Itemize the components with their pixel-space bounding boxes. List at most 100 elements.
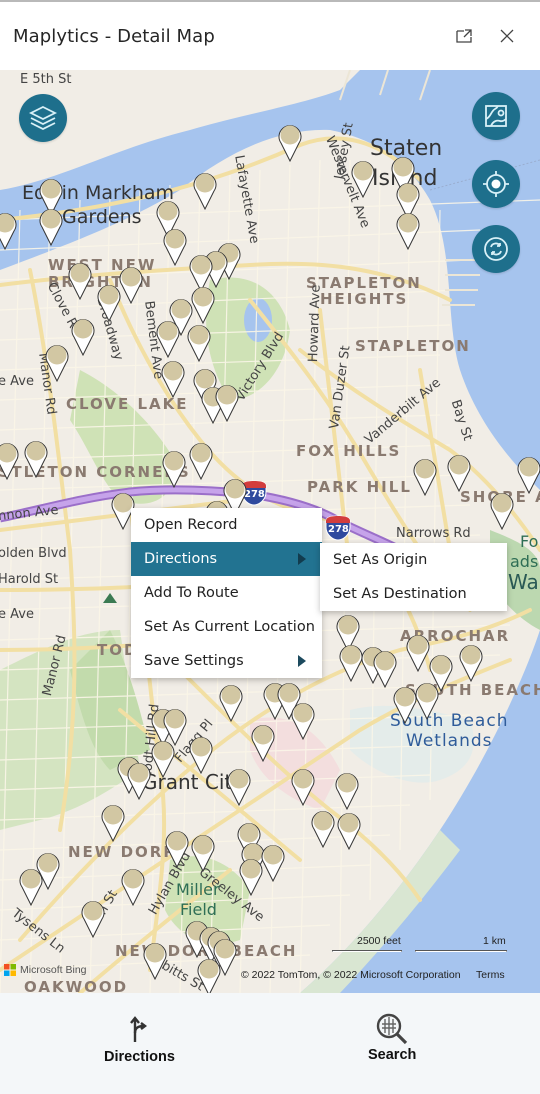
record-pin[interactable]: [414, 680, 440, 721]
menu-item-set-origin[interactable]: Set As Origin: [320, 543, 507, 577]
record-pin[interactable]: [186, 322, 212, 363]
record-pin[interactable]: [80, 898, 106, 939]
record-pin[interactable]: [214, 382, 240, 423]
record-pin[interactable]: [100, 802, 126, 843]
record-pin[interactable]: [489, 490, 515, 531]
record-pin[interactable]: [0, 440, 20, 481]
record-pin[interactable]: [192, 170, 218, 211]
directions-nav-label: Directions: [104, 1049, 175, 1065]
street-label: Narrows Rd: [396, 526, 471, 541]
record-pin[interactable]: [161, 448, 187, 489]
search-nav-button[interactable]: Search: [368, 1013, 416, 1063]
record-pin[interactable]: [395, 210, 421, 251]
map-pin-icon: [415, 683, 439, 721]
map-pin-icon: [251, 725, 275, 763]
popout-icon: [456, 29, 472, 43]
record-pin[interactable]: [196, 956, 222, 993]
map-pin-icon: [193, 173, 217, 211]
directions-submenu: Set As Origin Set As Destination: [320, 543, 507, 611]
record-pin[interactable]: [277, 122, 303, 163]
menu-item-add-to-route[interactable]: Add To Route: [131, 576, 322, 610]
record-pin[interactable]: [70, 316, 96, 357]
park-label: Fo: [520, 532, 539, 551]
map-pin-icon: [189, 443, 213, 481]
neighborhood-label: HEIGHTS: [320, 290, 409, 308]
menu-item-save-settings[interactable]: Save Settings: [131, 644, 322, 678]
map-pin-icon: [161, 361, 185, 399]
bottom-nav: Directions Search: [0, 993, 540, 1094]
record-pin[interactable]: [0, 210, 18, 251]
popout-button[interactable]: [452, 24, 476, 48]
water-label: Wetlands: [406, 731, 493, 751]
record-pin[interactable]: [372, 648, 398, 689]
park-label: Miller: [176, 880, 220, 899]
record-pin[interactable]: [226, 766, 252, 807]
record-pin[interactable]: [126, 760, 152, 801]
neighborhood-label: OAKWOOD: [24, 978, 129, 993]
record-pin[interactable]: [516, 454, 540, 495]
record-pin[interactable]: [35, 850, 61, 891]
record-pin[interactable]: [310, 808, 336, 849]
record-pin[interactable]: [38, 206, 64, 247]
record-pin[interactable]: [164, 828, 190, 869]
street-label: E 5th St: [20, 72, 72, 87]
bing-label: Microsoft Bing: [20, 964, 87, 976]
record-pin[interactable]: [458, 642, 484, 683]
record-pin[interactable]: [188, 440, 214, 481]
map-pin-icon: [311, 811, 335, 849]
map-pin-icon: [81, 901, 105, 939]
street-label: Howard Ave: [306, 284, 324, 363]
record-pin[interactable]: [44, 342, 70, 383]
directions-nav-button[interactable]: Directions: [104, 1015, 175, 1065]
scale-imperial: 2500 feet: [357, 935, 401, 947]
highway-shield-278-b: 278: [325, 515, 351, 545]
close-icon: [500, 29, 514, 43]
record-pin[interactable]: [218, 682, 244, 723]
menu-item-open-record[interactable]: Open Record: [131, 508, 322, 542]
record-pin[interactable]: [446, 452, 472, 493]
record-pin[interactable]: [188, 734, 214, 775]
record-pin[interactable]: [160, 358, 186, 399]
record-pin[interactable]: [120, 866, 146, 907]
record-pin[interactable]: [96, 282, 122, 323]
record-pin[interactable]: [150, 738, 176, 779]
record-pin[interactable]: [190, 832, 216, 873]
neighborhood-label: FOX HILLS: [296, 442, 402, 460]
record-pin[interactable]: [290, 700, 316, 741]
layers-button[interactable]: [19, 94, 67, 142]
record-pin[interactable]: [336, 810, 362, 851]
locate-button[interactable]: [472, 160, 520, 208]
menu-item-set-destination[interactable]: Set As Destination: [320, 577, 507, 611]
map-pin-icon: [396, 213, 420, 251]
record-pin[interactable]: [162, 226, 188, 267]
map-canvas[interactable]: 278 278 E 5th St Edwin Markham Gardens S…: [0, 70, 540, 993]
menu-item-directions[interactable]: Directions: [131, 542, 322, 576]
close-button[interactable]: [495, 24, 519, 48]
record-pin[interactable]: [23, 438, 49, 479]
map-pin-icon: [517, 457, 540, 495]
record-pin[interactable]: [290, 766, 316, 807]
menu-item-set-current-location[interactable]: Set As Current Location: [131, 610, 322, 644]
terms-link[interactable]: Terms: [476, 969, 505, 981]
refresh-button[interactable]: [472, 225, 520, 273]
map-style-button[interactable]: [472, 92, 520, 140]
submenu-arrow-icon: [298, 655, 306, 667]
record-pin[interactable]: [334, 770, 360, 811]
map-pin-icon: [163, 229, 187, 267]
refresh-icon: [484, 237, 508, 261]
record-pin[interactable]: [67, 260, 93, 301]
record-pin[interactable]: [412, 456, 438, 497]
map-pin-icon: [127, 763, 151, 801]
submenu-arrow-icon: [298, 553, 306, 565]
record-pin[interactable]: [260, 842, 286, 883]
record-pin[interactable]: [142, 940, 168, 981]
record-pin[interactable]: [155, 318, 181, 359]
map-pin-icon: [68, 263, 92, 301]
record-pin[interactable]: [250, 722, 276, 763]
map-pin-icon: [101, 805, 125, 843]
title-bar: Maplytics - Detail Map: [0, 2, 540, 70]
record-pin[interactable]: [350, 158, 376, 199]
map-pin-icon: [151, 741, 175, 779]
bing-logo: Microsoft Bing: [4, 964, 87, 976]
street-label: Harold St: [0, 572, 59, 587]
